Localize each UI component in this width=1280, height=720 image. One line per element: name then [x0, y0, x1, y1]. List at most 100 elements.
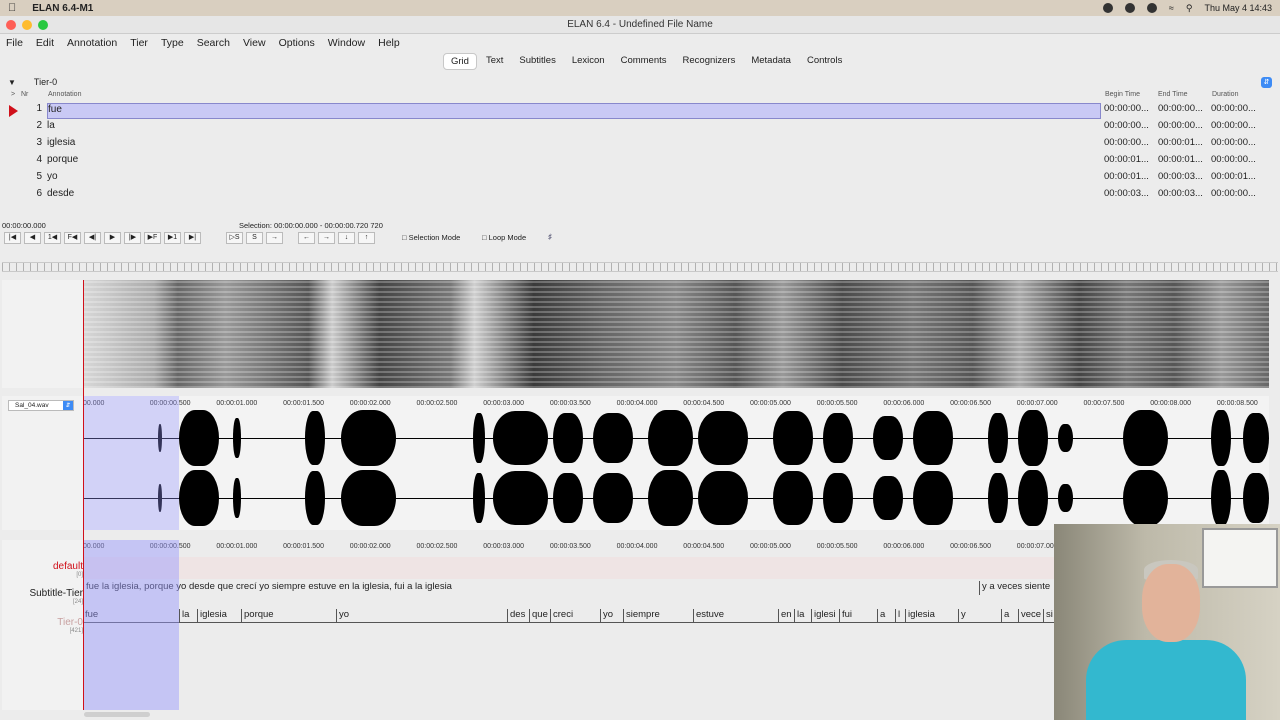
- tier0-annotation[interactable]: estuve: [693, 609, 778, 623]
- clear-selection-button[interactable]: S: [246, 232, 263, 244]
- prev-scroll-button[interactable]: F◀: [64, 232, 81, 244]
- tier0-annotation[interactable]: porque: [241, 609, 336, 623]
- table-row[interactable]: 6 desde 00:00:03... 00:00:03... 00:00:00…: [0, 188, 1264, 205]
- menu-type[interactable]: Type: [161, 37, 184, 49]
- table-row[interactable]: 4 porque 00:00:01... 00:00:01... 00:00:0…: [0, 154, 1264, 171]
- status-icon[interactable]: [1102, 3, 1113, 13]
- table-row[interactable]: 5 yo 00:00:01... 00:00:03... 00:00:01...: [0, 171, 1264, 188]
- tier-label-default[interactable]: default [0]: [4, 561, 83, 578]
- tier-timeline[interactable]: 00.000 00:00:00.500 00:00:01.000 00:00:01.5…: [83, 540, 1058, 710]
- tab-controls[interactable]: Controls: [800, 53, 849, 70]
- row-annotation[interactable]: yo: [47, 171, 1101, 182]
- annotation-up-button[interactable]: ↑: [358, 232, 375, 244]
- tier0-annotation[interactable]: iglesia: [905, 609, 958, 623]
- tier-label-tier0[interactable]: Tier-0 [421]: [4, 617, 83, 634]
- next-annotation-button[interactable]: →: [318, 232, 335, 244]
- menu-tier[interactable]: Tier: [130, 37, 148, 49]
- go-to-selection-boundary-button[interactable]: →: [266, 232, 283, 244]
- tier0-annotation[interactable]: des: [507, 609, 529, 623]
- selection-mode-checkbox[interactable]: □ Selection Mode: [402, 233, 460, 242]
- previous-frame-button[interactable]: ◀: [24, 232, 41, 244]
- menu-view[interactable]: View: [243, 37, 266, 49]
- crosshair-cursor[interactable]: [83, 280, 84, 710]
- tier0-annotation[interactable]: si: [1043, 609, 1054, 623]
- tier0-annotation[interactable]: siempre: [623, 609, 693, 623]
- media-file-select[interactable]: Sal_04.wav ⇵: [8, 400, 74, 411]
- clock[interactable]: Thu May 4 14:43: [1204, 3, 1272, 13]
- subtitle-annotation[interactable]: fue la iglesia, porque yo desde que crec…: [83, 581, 978, 595]
- spectrogram[interactable]: [83, 280, 1269, 388]
- status-icon[interactable]: [1124, 3, 1135, 13]
- tab-grid[interactable]: Grid: [443, 53, 477, 70]
- search-icon[interactable]: ⚲: [1186, 3, 1193, 14]
- tier0-annotation[interactable]: a: [1001, 609, 1018, 623]
- mac-app-name[interactable]: ELAN 6.4-M1: [32, 3, 93, 14]
- next-scroll-button[interactable]: ▶F: [144, 232, 161, 244]
- col-nr[interactable]: Nr: [21, 91, 28, 98]
- close-window-button[interactable]: [6, 20, 16, 30]
- table-row[interactable]: 2 la 00:00:00... 00:00:00... 00:00:00...: [0, 120, 1264, 137]
- menu-annotation[interactable]: Annotation: [67, 37, 117, 49]
- tier0-annotation[interactable]: la: [179, 609, 197, 623]
- tier0-annotation[interactable]: que: [529, 609, 550, 623]
- menu-file[interactable]: File: [6, 37, 23, 49]
- tier0-annotation[interactable]: fui: [839, 609, 877, 623]
- tier-dropdown-button[interactable]: ⇵: [1261, 76, 1272, 88]
- play-selection-button[interactable]: ▷S: [226, 232, 243, 244]
- tier0-annotation[interactable]: en: [778, 609, 794, 623]
- tier-selector[interactable]: ▼ Tier-0 ⇵: [8, 75, 1272, 89]
- tier0-annotation[interactable]: iglesia: [197, 609, 241, 623]
- tier0-annotation[interactable]: iglesi: [811, 609, 839, 623]
- tier-label-subtitle[interactable]: Subtitle-Tier [24]: [4, 588, 83, 605]
- table-row[interactable]: 3 iglesia 00:00:00... 00:00:01... 00:00:…: [0, 137, 1264, 154]
- zoom-window-button[interactable]: [38, 20, 48, 30]
- next-second-button[interactable]: |▶: [124, 232, 141, 244]
- go-to-end-button[interactable]: ▶|: [184, 232, 201, 244]
- tier0-annotation[interactable]: yo: [600, 609, 623, 623]
- row-annotation[interactable]: porque: [47, 154, 1101, 165]
- overview-ruler[interactable]: [2, 262, 1278, 272]
- volume-icon[interactable]: ♯: [548, 232, 552, 241]
- wifi-icon[interactable]: ≈: [1169, 3, 1174, 13]
- annotation-down-button[interactable]: ↓: [338, 232, 355, 244]
- status-icon[interactable]: [1146, 3, 1157, 13]
- tier0-annotation[interactable]: vece: [1018, 609, 1043, 623]
- horizontal-scrollbar[interactable]: [84, 712, 150, 717]
- col-annotation[interactable]: Annotation: [48, 91, 81, 98]
- play-button[interactable]: ▶: [104, 232, 121, 244]
- tier0-annotation[interactable]: creci: [550, 609, 600, 623]
- tab-subtitles[interactable]: Subtitles: [512, 53, 562, 70]
- tier0-annotation[interactable]: yo: [336, 609, 507, 623]
- menu-search[interactable]: Search: [197, 37, 230, 49]
- tab-comments[interactable]: Comments: [614, 53, 674, 70]
- prev-annotation-button[interactable]: ←: [298, 232, 315, 244]
- menu-help[interactable]: Help: [378, 37, 400, 49]
- tier0-annotation[interactable]: l: [895, 609, 905, 623]
- apple-icon[interactable]: : [8, 2, 16, 14]
- chevron-down-icon[interactable]: ⇵: [63, 401, 73, 410]
- tier0-annotation[interactable]: la: [794, 609, 811, 623]
- row-annotation[interactable]: fue: [47, 103, 1101, 119]
- tier0-annotation[interactable]: a: [877, 609, 895, 623]
- tab-lexicon[interactable]: Lexicon: [565, 53, 612, 70]
- minimize-window-button[interactable]: [22, 20, 32, 30]
- col-duration[interactable]: Duration: [1212, 91, 1238, 98]
- row-annotation[interactable]: iglesia: [47, 137, 1101, 148]
- table-row[interactable]: 1 fue 00:00:00... 00:00:00... 00:00:00..…: [0, 103, 1264, 120]
- tab-recognizers[interactable]: Recognizers: [676, 53, 743, 70]
- subtitle-annotation[interactable]: y a veces siente: [979, 581, 1054, 595]
- tier0-row[interactable]: fue la iglesia porque yo des que creci yo siempre…: [83, 609, 1054, 623]
- step-forward-button[interactable]: ▶1: [164, 232, 181, 244]
- expand-icon[interactable]: >: [11, 91, 15, 98]
- tier0-annotation[interactable]: y: [958, 609, 1001, 623]
- col-begin-time[interactable]: Begin Time: [1105, 91, 1140, 98]
- menu-options[interactable]: Options: [279, 37, 315, 49]
- row-annotation[interactable]: la: [47, 120, 1101, 131]
- row-annotation[interactable]: desde: [47, 188, 1101, 199]
- loop-mode-checkbox[interactable]: □ Loop Mode: [482, 233, 526, 242]
- tab-metadata[interactable]: Metadata: [744, 53, 798, 70]
- step-back-button[interactable]: 1◀: [44, 232, 61, 244]
- go-to-begin-button[interactable]: |◀: [4, 232, 21, 244]
- tab-text[interactable]: Text: [479, 53, 510, 70]
- menu-window[interactable]: Window: [328, 37, 365, 49]
